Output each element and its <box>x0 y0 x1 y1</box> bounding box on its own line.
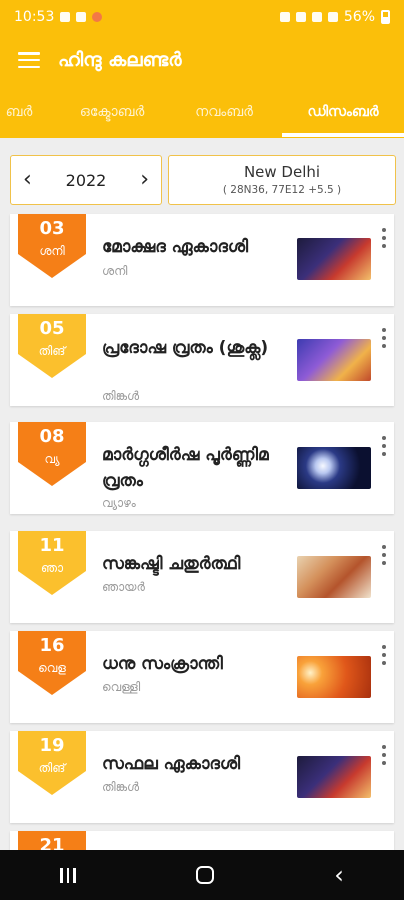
event-card[interactable]: 19 തിങ് സഫല ഏകാദശി തിങ്കൾ <box>10 731 394 823</box>
gallery-icon <box>60 12 71 22</box>
event-weekday: വെള <box>38 661 66 675</box>
event-weekday: തിങ് <box>38 761 66 775</box>
date-badge: 11 ഞാ <box>18 531 86 595</box>
ganesha-image <box>297 556 371 598</box>
active-tab-indicator <box>282 133 404 137</box>
system-nav-bar: ‹ <box>0 850 404 900</box>
call-icon <box>311 12 322 22</box>
location-name: New Delhi <box>243 163 321 181</box>
event-title: പ്രദോഷ വ്രതം (ശുക്ല) <box>102 338 269 358</box>
krishna-arjuna-chariot-image <box>297 756 371 798</box>
event-weekday: തിങ് <box>38 344 66 358</box>
tab-september[interactable]: ബർ <box>0 86 48 138</box>
heart-icon <box>76 12 87 22</box>
tab-october[interactable]: ഒക്ടോബർ <box>62 86 162 138</box>
event-title: സഫല ഏകാദശി <box>102 754 241 774</box>
event-card[interactable]: 08 വ്യ മാർഗ്ഗശീർഷ പൂർണ്ണിമ വ്രതം വ്യാഴം <box>10 422 394 514</box>
year-value: 2022 <box>65 170 107 190</box>
chevron-left-icon[interactable]: ‹ <box>23 169 32 191</box>
event-subtitle: ശനി <box>102 264 128 278</box>
sunset-worship-image <box>297 656 371 698</box>
event-subtitle: വ്യാഴം <box>102 496 136 510</box>
full-moon-image <box>297 447 371 489</box>
tab-december[interactable]: ഡിസംബർ <box>282 86 404 138</box>
date-badge: 05 തിങ് <box>18 314 86 378</box>
more-options-icon[interactable] <box>382 545 388 565</box>
event-title: ധനു സംക്രാന്തി <box>102 654 223 674</box>
event-weekday: ശനി <box>39 244 65 258</box>
event-subtitle: ഞായർ <box>102 580 145 594</box>
recent-apps-icon[interactable] <box>60 867 76 883</box>
date-badge: 08 വ്യ <box>18 422 86 486</box>
event-weekday: ഞാ <box>40 561 64 575</box>
clock: 10:53 <box>14 9 55 25</box>
menu-icon[interactable] <box>18 52 40 68</box>
event-subtitle: തിങ്കൾ <box>102 780 140 794</box>
event-card[interactable]: 05 തിങ് പ്രദോഷ വ്രതം (ശുക്ല) തിങ്കൾ <box>10 314 394 406</box>
home-icon[interactable] <box>195 866 214 884</box>
event-title: മോക്ഷദ ഏകാദശി <box>102 237 249 257</box>
event-day: 16 <box>39 635 65 656</box>
date-badge: 16 വെള <box>18 631 86 695</box>
more-options-icon[interactable] <box>382 745 388 765</box>
app-bar: ഹിന്ദു കലണ്ടർ <box>0 34 404 86</box>
location-selector[interactable]: New Delhi ( 28N36, 77E12 +5.5 ) <box>168 155 396 205</box>
app-title: ഹിന്ദു കലണ്ടർ <box>58 49 182 71</box>
event-day: 03 <box>39 218 65 239</box>
more-options-icon[interactable] <box>382 436 388 456</box>
battery-percent: 56% <box>343 9 375 25</box>
krishna-arjuna-chariot-image <box>297 238 371 280</box>
date-badge: 19 തിങ് <box>18 731 86 795</box>
back-icon[interactable]: ‹ <box>334 863 344 887</box>
battery-icon <box>381 10 390 24</box>
shiva-deity-image <box>297 339 371 381</box>
event-day: 19 <box>39 735 65 756</box>
wifi-icon <box>295 12 306 22</box>
month-tabs: ബർ ഒക്ടോബർ നവംബർ ഡിസംബർ <box>0 86 404 138</box>
event-card[interactable]: 03 ശനി മോക്ഷദ ഏകാദശി ശനി <box>10 214 394 306</box>
date-badge: 03 ശനി <box>18 214 86 278</box>
status-bar: 10:53 56% <box>0 0 404 34</box>
year-selector: ‹ 2022 › <box>10 155 162 205</box>
location-coords: ( 28N36, 77E12 +5.5 ) <box>222 184 342 196</box>
notification-icon <box>92 12 103 22</box>
event-day: 05 <box>39 318 65 339</box>
event-day: 11 <box>39 535 65 556</box>
chevron-right-icon[interactable]: › <box>140 169 149 191</box>
alarm-icon <box>279 12 290 22</box>
more-options-icon[interactable] <box>382 328 388 348</box>
event-subtitle: വെള്ളി <box>102 680 141 694</box>
event-subtitle: തിങ്കൾ <box>102 389 140 403</box>
more-options-icon[interactable] <box>382 645 388 665</box>
event-day: 08 <box>39 426 65 447</box>
event-card[interactable]: 11 ഞാ സങ്കഷ്ടി ചതുർത്ഥി ഞായർ <box>10 531 394 623</box>
event-card[interactable]: 16 വെള ധനു സംക്രാന്തി വെള്ളി <box>10 631 394 723</box>
event-weekday: വ്യ <box>44 452 60 466</box>
tab-november[interactable]: നവംബർ <box>176 86 272 138</box>
event-title: സങ്കഷ്ടി ചതുർത്ഥി <box>102 554 241 574</box>
more-options-icon[interactable] <box>382 228 388 248</box>
signal-icon <box>327 12 338 22</box>
event-title: മാർഗ്ഗശീർഷ പൂർണ്ണിമ വ്രതം <box>102 445 269 491</box>
